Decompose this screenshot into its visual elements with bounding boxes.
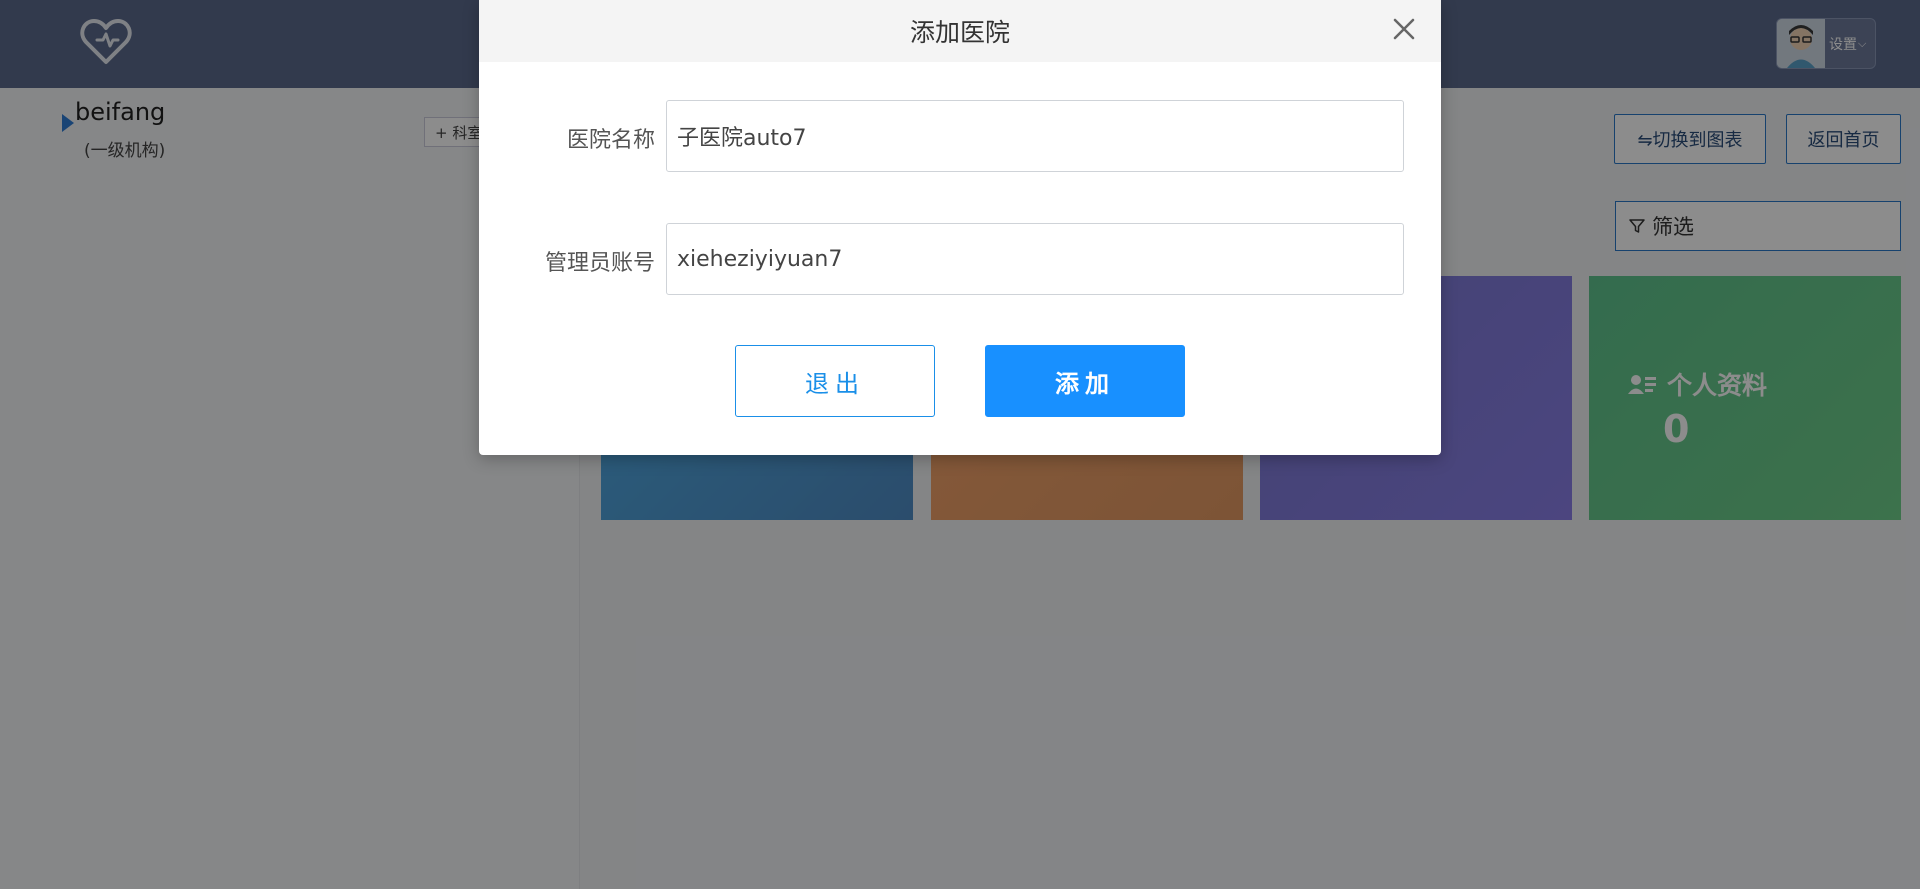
add-button[interactable]: 添加 xyxy=(985,345,1185,417)
admin-account-label: 管理员账号 xyxy=(544,251,655,276)
close-icon[interactable] xyxy=(1387,12,1421,46)
admin-account-input[interactable] xyxy=(666,223,1404,295)
add-hospital-dialog: 添加医院 医院名称 管理员账号 退出 添加 xyxy=(479,0,1441,455)
hospital-name-label: 医院名称 xyxy=(566,128,655,153)
hospital-name-row: 医院名称 xyxy=(479,100,1441,172)
admin-account-row: 管理员账号 xyxy=(479,223,1441,295)
dialog-title: 添加医院 xyxy=(909,18,1010,47)
cancel-button[interactable]: 退出 xyxy=(735,345,935,417)
hospital-name-input[interactable] xyxy=(666,100,1404,172)
dialog-header: 添加医院 xyxy=(479,0,1441,62)
